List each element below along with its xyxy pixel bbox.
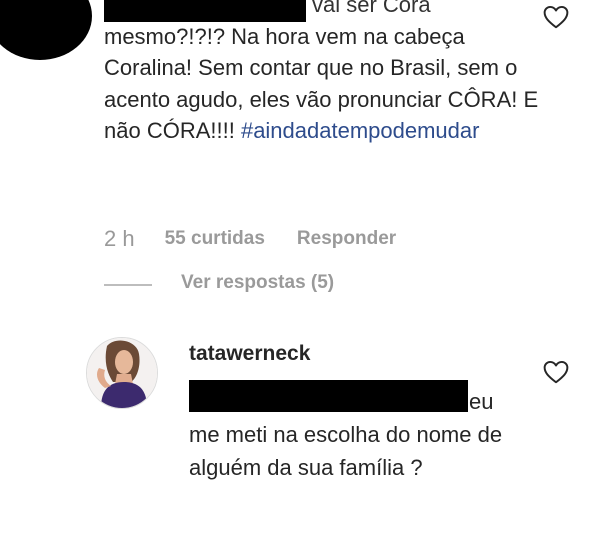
comment-text: vai ser Cora mesmo?!?!? Na hora vem na c… <box>104 0 544 147</box>
reply-button[interactable]: Responder <box>297 228 396 250</box>
comment-text: eu me meti na escolha do nome de alguém … <box>189 385 519 484</box>
username[interactable]: tatawerneck <box>189 342 310 366</box>
profile-photo-icon <box>87 338 157 408</box>
comment-meta: 2 h 55 curtidas Responder <box>104 226 396 252</box>
comment-text-line1: vai ser Cora <box>312 0 431 17</box>
redacted-avatar <box>0 0 92 60</box>
view-replies-button[interactable]: Ver respostas (5) <box>181 272 334 294</box>
heart-icon[interactable] <box>543 5 569 29</box>
heart-icon[interactable] <box>543 360 569 384</box>
avatar[interactable] <box>86 337 158 409</box>
replies-divider <box>104 284 152 286</box>
likes-count[interactable]: 55 curtidas <box>165 228 265 250</box>
comment-time: 2 h <box>104 226 135 251</box>
hashtag-link[interactable]: #aindadatempodemudar <box>241 118 480 143</box>
comment-text-line1: eu <box>469 389 494 414</box>
comment-body: me meti na escolha do nome de alguém da … <box>189 422 503 480</box>
